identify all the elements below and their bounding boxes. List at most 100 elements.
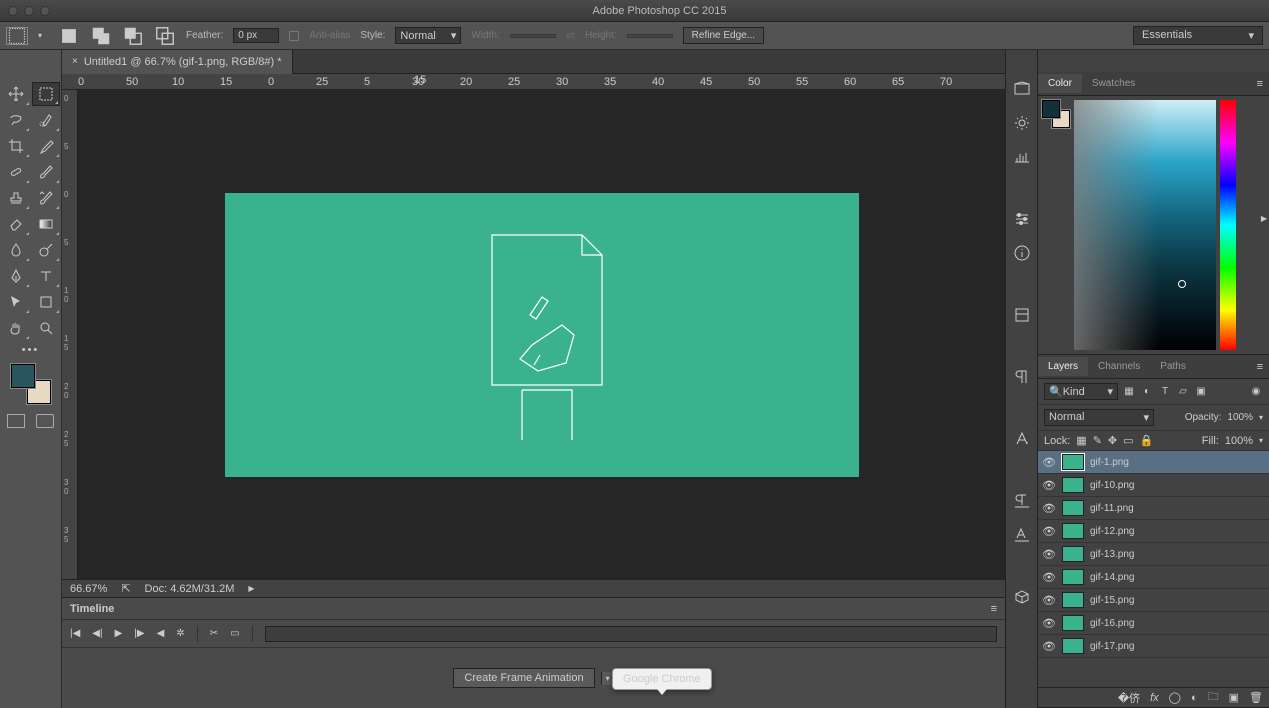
layer-mask-icon[interactable]: ◯ — [1169, 691, 1181, 704]
history-brush-tool-icon[interactable] — [32, 186, 60, 210]
quick-select-tool-icon[interactable] — [32, 108, 60, 132]
canvas-area[interactable] — [78, 90, 1005, 579]
brightness-panel-icon[interactable] — [1013, 114, 1031, 132]
move-tool-icon[interactable] — [2, 82, 30, 106]
layer-fx-icon[interactable]: fx — [1150, 692, 1159, 704]
color-mini-swatch[interactable] — [1042, 100, 1070, 128]
lock-transparency-icon[interactable]: ▦ — [1076, 434, 1086, 447]
go-first-icon[interactable]: |◀ — [70, 628, 80, 639]
group-icon[interactable]: 🗀 — [1208, 688, 1219, 707]
timeline-menu-icon[interactable]: ≡ — [991, 603, 997, 615]
style-select[interactable]: Normal▾ — [395, 27, 461, 44]
zoom-tool-icon[interactable] — [32, 316, 60, 340]
lock-position-icon[interactable]: ✥ — [1108, 434, 1117, 447]
layer-row[interactable]: 👁gif-17.png — [1038, 635, 1269, 658]
status-menu-icon[interactable]: ▶ — [248, 584, 254, 593]
visibility-icon[interactable]: 👁 — [1042, 456, 1056, 469]
visibility-icon[interactable]: 👁 — [1042, 525, 1056, 538]
tool-preset-dropdown-icon[interactable]: ▾ — [38, 31, 48, 40]
lasso-tool-icon[interactable] — [2, 108, 30, 132]
type-tool-icon[interactable] — [32, 264, 60, 288]
layer-thumbnail[interactable] — [1062, 523, 1084, 539]
layer-name[interactable]: gif-12.png — [1090, 526, 1134, 537]
history-panel-icon[interactable] — [1013, 80, 1031, 98]
visibility-icon[interactable]: 👁 — [1042, 548, 1056, 561]
ruler-vertical[interactable]: 0505 101520 253035 — [62, 90, 78, 579]
tab-swatches[interactable]: Swatches — [1082, 74, 1145, 93]
libraries-panel-icon[interactable] — [1013, 306, 1031, 324]
more-tools-icon[interactable]: ••• — [0, 342, 61, 358]
filter-toggle-icon[interactable]: ◉ — [1249, 385, 1263, 399]
layer-thumbnail[interactable] — [1062, 546, 1084, 562]
3d-panel-icon[interactable] — [1013, 588, 1031, 606]
split-icon[interactable]: ✂ — [210, 628, 218, 639]
layer-row[interactable]: 👁 gif-12.png — [1038, 520, 1269, 543]
visibility-icon[interactable]: 👁 — [1042, 479, 1056, 492]
shape-tool-icon[interactable] — [32, 290, 60, 314]
fill-dropdown-icon[interactable]: ▾ — [1259, 436, 1263, 445]
timeline-track[interactable] — [265, 626, 997, 642]
layer-name[interactable]: gif-13.png — [1090, 549, 1134, 560]
intersect-selection-icon[interactable] — [154, 25, 176, 47]
filter-shape-icon[interactable]: ▱ — [1176, 385, 1190, 399]
canvas[interactable] — [225, 193, 859, 477]
filter-pixel-icon[interactable]: ▦ — [1122, 385, 1136, 399]
settings-icon[interactable]: ✲ — [176, 628, 184, 639]
play-icon[interactable]: ▶ — [115, 628, 123, 639]
layer-row[interactable]: 👁gif-1.png — [1038, 451, 1269, 474]
audio-icon[interactable]: ◀ — [157, 628, 165, 639]
ruler-horizontal[interactable]: 0501015 025530 15202530 35404550 5560657… — [62, 74, 1005, 90]
zoom-window-icon[interactable] — [40, 6, 50, 16]
tab-paths[interactable]: Paths — [1150, 357, 1196, 376]
blend-mode-select[interactable]: Normal▾ — [1044, 409, 1154, 426]
layer-name[interactable]: gif-17.png — [1090, 641, 1134, 652]
link-layers-icon[interactable]: �侪 — [1118, 690, 1140, 706]
layers-panel-menu-icon[interactable]: ≡ — [1251, 361, 1269, 373]
layer-filter-kind[interactable]: 🔍Kind▾ — [1044, 383, 1118, 400]
opacity-dropdown-icon[interactable]: ▾ — [1259, 413, 1263, 422]
layer-name[interactable]: gif-16.png — [1090, 618, 1134, 629]
add-selection-icon[interactable] — [90, 25, 112, 47]
layer-row[interactable]: 👁gif-10.png — [1038, 474, 1269, 497]
visibility-icon[interactable]: 👁 — [1042, 571, 1056, 584]
layer-thumbnail[interactable] — [1062, 615, 1084, 631]
pen-tool-icon[interactable] — [2, 264, 30, 288]
fill-value[interactable]: 100% — [1225, 435, 1253, 447]
visibility-icon[interactable]: 👁 — [1042, 502, 1056, 515]
close-tab-icon[interactable]: × — [72, 56, 78, 67]
eraser-tool-icon[interactable] — [2, 212, 30, 236]
lock-artboard-icon[interactable]: ▭ — [1123, 434, 1133, 447]
delete-layer-icon[interactable]: 🗑 — [1249, 691, 1263, 704]
eyedropper-tool-icon[interactable] — [32, 134, 60, 158]
minimize-window-icon[interactable] — [24, 6, 34, 16]
tab-color[interactable]: Color — [1038, 74, 1082, 93]
layer-thumbnail[interactable] — [1062, 638, 1084, 654]
close-window-icon[interactable] — [8, 6, 18, 16]
gradient-tool-icon[interactable] — [32, 212, 60, 236]
layer-thumbnail[interactable] — [1062, 500, 1084, 516]
transition-icon[interactable]: ▭ — [230, 628, 239, 639]
refine-edge-button[interactable]: Refine Edge... — [683, 27, 764, 44]
tab-layers[interactable]: Layers — [1038, 357, 1088, 376]
foreground-color-swatch[interactable] — [11, 364, 35, 388]
new-layer-icon[interactable]: ▣ — [1229, 691, 1239, 704]
hue-slider[interactable] — [1220, 100, 1236, 350]
workspace-select[interactable]: Essentials▾ — [1133, 26, 1263, 45]
new-selection-icon[interactable] — [58, 25, 80, 47]
brush-tool-icon[interactable] — [32, 160, 60, 184]
opacity-value[interactable]: 100% — [1227, 412, 1253, 423]
lock-all-icon[interactable]: 🔒 — [1140, 434, 1154, 447]
layer-row[interactable]: 👁 gif-13.png — [1038, 543, 1269, 566]
filter-adjust-icon[interactable]: ◐ — [1140, 385, 1154, 399]
filter-type-icon[interactable]: T — [1158, 385, 1172, 399]
layer-name[interactable]: gif-14.png — [1090, 572, 1134, 583]
hand-tool-icon[interactable] — [2, 316, 30, 340]
doc-size[interactable]: Doc: 4.62M/31.2M — [145, 583, 235, 595]
para-styles-panel-icon[interactable] — [1013, 492, 1031, 510]
standard-mode-icon[interactable] — [7, 414, 25, 428]
layer-thumbnail[interactable] — [1062, 592, 1084, 608]
step-fwd-icon[interactable]: |▶ — [134, 628, 144, 639]
layer-thumbnail[interactable] — [1062, 477, 1084, 493]
tab-channels[interactable]: Channels — [1088, 357, 1150, 376]
create-frame-animation-button[interactable]: Create Frame Animation — [453, 668, 594, 688]
